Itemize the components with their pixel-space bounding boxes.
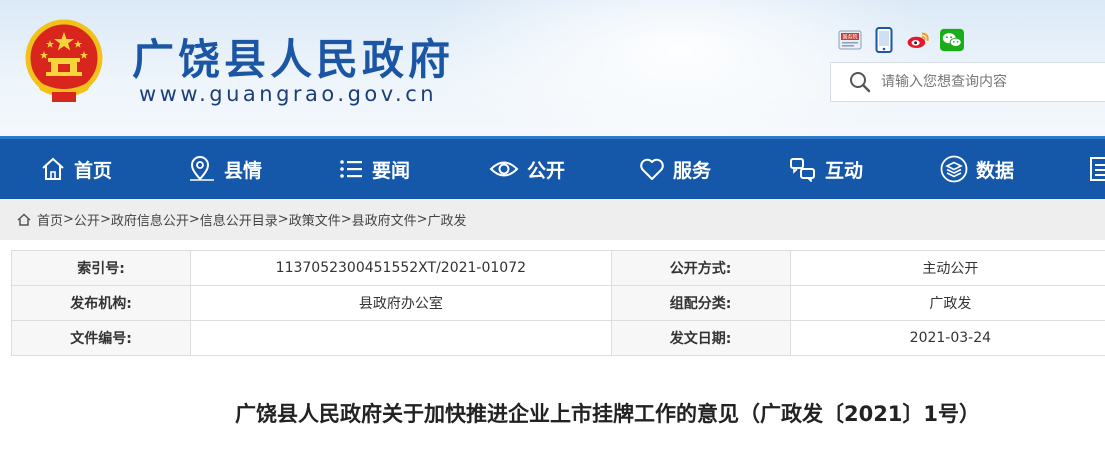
- home-icon: [17, 213, 31, 226]
- category-label: 组配分类:: [610, 285, 791, 321]
- disclosure-value: 主动公开: [789, 250, 1105, 286]
- nav-label-county: 县情: [224, 159, 263, 182]
- disclosure-label: 公开方式:: [610, 250, 791, 286]
- layers-icon: [940, 155, 968, 183]
- publisher-label: 发布机构:: [10, 285, 192, 321]
- issue-date-value: 2021-03-24: [789, 320, 1105, 356]
- interaction-icon: [790, 158, 815, 182]
- table-row: 文件编号: 发文日期: 2021-03-24: [10, 320, 1105, 356]
- map-pin-icon: [190, 156, 214, 181]
- heart-icon: [640, 158, 664, 180]
- nav-item-county[interactable]: 县情: [188, 139, 262, 199]
- breadcrumb-current[interactable]: 广政发: [428, 210, 467, 229]
- site-header: 广饶县人民政府 www.guangrao.gov.cn 国务院: [0, 0, 1105, 136]
- breadcrumb-gov-info[interactable]: 政府信息公开: [111, 210, 189, 229]
- breadcrumb-county-docs[interactable]: 县政府文件: [352, 210, 417, 229]
- breadcrumb-separator: >: [188, 212, 200, 227]
- nav-label-interaction: 互动: [825, 159, 864, 182]
- category-value: 广政发: [789, 285, 1105, 321]
- nav-item-service[interactable]: 服务: [639, 139, 711, 199]
- nav-item-interaction[interactable]: 互动: [789, 139, 863, 199]
- table-row: 索引号: 1137052300451552XT/2021-01072 公开方式:…: [10, 250, 1105, 286]
- main-nav: 首页 县情 要闻 公开 服务 互动 数据: [0, 136, 1105, 199]
- breadcrumb-home[interactable]: 首页: [37, 210, 63, 229]
- search-box[interactable]: [830, 62, 1105, 102]
- breadcrumb-separator: >: [340, 212, 352, 227]
- breadcrumb-separator: >: [99, 212, 111, 227]
- nav-item-news[interactable]: 要闻: [338, 139, 410, 199]
- home-icon: [42, 157, 64, 180]
- site-url: www.guangrao.gov.cn: [139, 82, 438, 106]
- breadcrumb: 首页 > 公开 > 政府信息公开 > 信息公开目录 > 政策文件 > 县政府文件…: [0, 199, 1105, 240]
- eye-icon: [489, 161, 519, 177]
- national-emblem-icon[interactable]: [22, 18, 106, 104]
- index-label: 索引号:: [10, 250, 192, 286]
- doc-number-label: 文件编号:: [10, 320, 192, 356]
- document-icon: [1090, 157, 1105, 181]
- nav-label-news: 要闻: [372, 159, 411, 182]
- breadcrumb-catalog[interactable]: 信息公开目录: [200, 210, 278, 229]
- index-value: 1137052300451552XT/2021-01072: [190, 250, 612, 286]
- search-input[interactable]: [881, 74, 1101, 90]
- nav-label-public: 公开: [527, 159, 566, 182]
- breadcrumb-policy[interactable]: 政策文件: [289, 210, 341, 229]
- wechat-icon[interactable]: [940, 28, 964, 52]
- breadcrumb-public[interactable]: 公开: [74, 210, 100, 229]
- mobile-icon[interactable]: [872, 27, 896, 53]
- list-icon: [340, 160, 362, 178]
- nav-item-public[interactable]: 公开: [489, 139, 565, 199]
- breadcrumb-separator: >: [63, 212, 74, 227]
- nav-item-home[interactable]: 首页: [40, 139, 112, 199]
- breadcrumb-separator: >: [277, 212, 289, 227]
- issue-date-label: 发文日期:: [610, 320, 791, 356]
- nav-label-home: 首页: [74, 159, 113, 182]
- nav-item-data[interactable]: 数据: [940, 139, 1014, 199]
- header-tools: 国务院: [838, 27, 964, 53]
- gov-service-icon[interactable]: 国务院: [838, 28, 862, 52]
- weibo-icon[interactable]: [906, 28, 930, 52]
- document-title: 广饶县人民政府关于加快推进企业上市挂牌工作的意见（广政发〔2021〕1号）: [234, 402, 981, 426]
- breadcrumb-separator: >: [416, 212, 428, 227]
- nav-label-service: 服务: [673, 159, 712, 182]
- search-icon[interactable]: [849, 71, 871, 93]
- table-row: 发布机构: 县政府办公室 组配分类: 广政发: [10, 285, 1105, 321]
- document-info-table: 索引号: 1137052300451552XT/2021-01072 公开方式:…: [10, 250, 1105, 356]
- nav-item-more[interactable]: [1089, 139, 1105, 199]
- site-title[interactable]: 广饶县人民政府: [132, 26, 454, 87]
- doc-number-value: [190, 320, 612, 356]
- nav-label-data: 数据: [976, 159, 1015, 182]
- gov-service-badge: 国务院: [842, 34, 857, 41]
- publisher-value: 县政府办公室: [190, 285, 612, 321]
